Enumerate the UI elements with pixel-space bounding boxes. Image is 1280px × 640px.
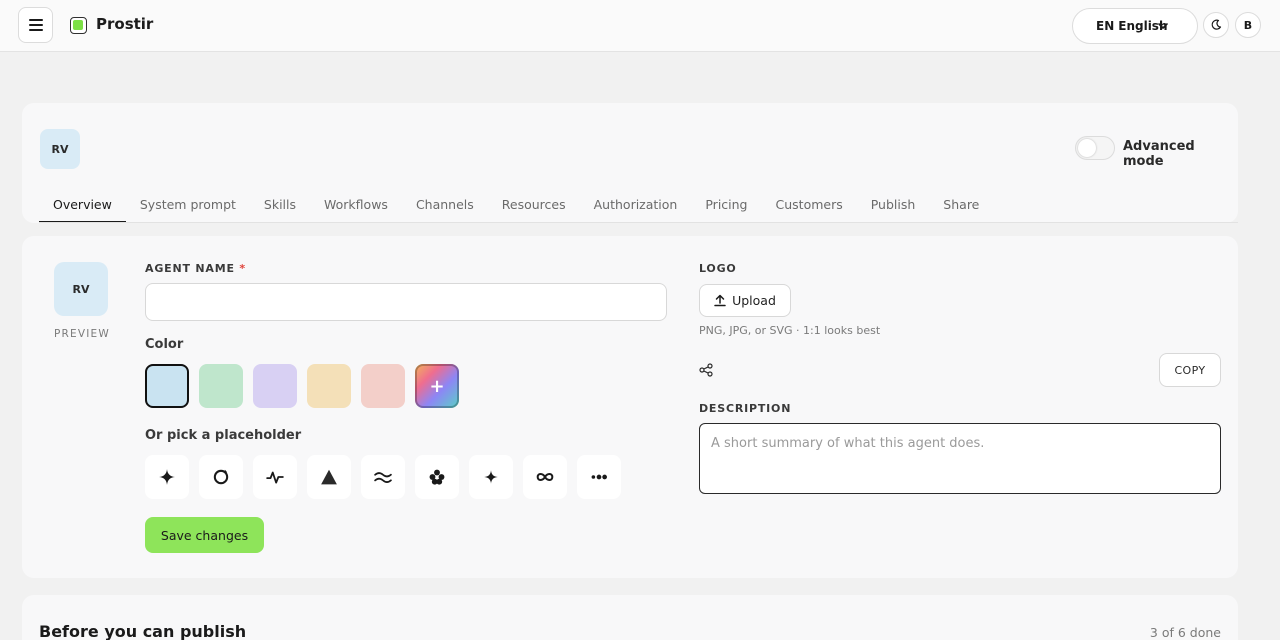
chevron-down-icon: [1158, 23, 1168, 29]
tab-bar: Overview System prompt Skills Workflows Chan…: [39, 185, 993, 223]
logo-hint: PNG, JPG, or SVG · 1:1 looks best: [699, 324, 881, 337]
placeholder-option-waves[interactable]: [361, 455, 405, 499]
sparkle-icon: [159, 469, 175, 485]
circle-arrow-icon: [213, 469, 229, 485]
infinity-icon: [536, 473, 554, 481]
placeholder-label: Or pick a placeholder: [145, 428, 302, 443]
color-swatch[interactable]: [253, 364, 297, 408]
language-code: EN: [1096, 19, 1115, 33]
triangle-icon: [321, 469, 337, 485]
required-mark: *: [239, 262, 246, 275]
placeholder-option-sparkle[interactable]: [145, 455, 189, 499]
tab-publish[interactable]: Publish: [857, 185, 930, 223]
tab-divider: [39, 222, 1238, 223]
agent-name-label: AGENT NAME *: [145, 262, 246, 275]
hamburger-icon: [28, 19, 43, 31]
placeholder-option-circle-arrow[interactable]: [199, 455, 243, 499]
copy-button[interactable]: COPY: [1159, 353, 1221, 387]
plus-icon: +: [429, 375, 445, 397]
upload-label: Upload: [732, 293, 776, 308]
placeholder-option-triangle[interactable]: [307, 455, 351, 499]
theme-toggle-button[interactable]: [1203, 12, 1229, 38]
tab-skills[interactable]: Skills: [250, 185, 310, 223]
dots-icon: [591, 474, 607, 480]
tab-system-prompt[interactable]: System prompt: [126, 185, 250, 223]
app-name: Prostir: [96, 15, 154, 33]
placeholder-option-star[interactable]: [469, 455, 513, 499]
color-swatch[interactable]: [361, 364, 405, 408]
top-bar: Prostir EN English B: [0, 0, 1280, 52]
language-selector[interactable]: EN English: [1072, 8, 1198, 44]
tab-workflows[interactable]: Workflows: [310, 185, 402, 223]
color-swatch[interactable]: [307, 364, 351, 408]
agent-name-label-text: AGENT NAME: [145, 262, 235, 275]
tab-customers[interactable]: Customers: [762, 185, 857, 223]
preview-label: PREVIEW: [54, 328, 110, 340]
color-swatch[interactable]: [145, 364, 189, 408]
brand-logo-icon: [70, 17, 87, 34]
placeholder-option-dots[interactable]: [577, 455, 621, 499]
placeholder-option-flower[interactable]: [415, 455, 459, 499]
publish-progress: 3 of 6 done: [1149, 625, 1221, 640]
placeholder-option-pulse[interactable]: [253, 455, 297, 499]
menu-button[interactable]: [18, 7, 53, 43]
custom-color-button[interactable]: +: [415, 364, 459, 408]
placeholder-option-infinity[interactable]: [523, 455, 567, 499]
color-label: Color: [145, 337, 184, 352]
agent-header-card: RV Advanced mode Overview System prompt Sk…: [22, 103, 1238, 223]
advanced-mode-toggle[interactable]: [1075, 136, 1115, 160]
share-icon: [699, 363, 713, 377]
overview-card: RV PREVIEW AGENT NAME * Color + Or pick …: [22, 236, 1238, 578]
color-swatch[interactable]: [199, 364, 243, 408]
agent-avatar: RV: [40, 129, 80, 169]
tab-overview[interactable]: Overview: [39, 185, 126, 223]
upload-icon: [714, 294, 726, 307]
flower-icon: [429, 469, 445, 485]
tab-share[interactable]: Share: [929, 185, 993, 223]
logo-label: LOGO: [699, 262, 737, 275]
publish-checklist-title: Before you can publish: [39, 622, 247, 640]
placeholder-options: [145, 455, 621, 499]
pulse-icon: [266, 471, 284, 484]
save-button[interactable]: Save changes: [145, 517, 264, 553]
tab-channels[interactable]: Channels: [402, 185, 488, 223]
star-icon: [484, 470, 498, 484]
tab-pricing[interactable]: Pricing: [691, 185, 761, 223]
moon-icon: [1211, 19, 1222, 30]
user-avatar-button[interactable]: B: [1235, 12, 1261, 38]
description-input[interactable]: [699, 423, 1221, 494]
tab-authorization[interactable]: Authorization: [580, 185, 692, 223]
waves-icon: [374, 472, 392, 483]
publish-checklist-card: Before you can publish 3 of 6 done: [22, 595, 1238, 640]
tab-resources[interactable]: Resources: [488, 185, 580, 223]
agent-name-input[interactable]: [145, 283, 667, 321]
advanced-mode-label: Advanced mode: [1123, 139, 1195, 169]
preview-avatar: RV: [54, 262, 108, 316]
upload-button[interactable]: Upload: [699, 284, 791, 317]
description-label: DESCRIPTION: [699, 402, 792, 415]
color-swatches: +: [145, 364, 459, 408]
